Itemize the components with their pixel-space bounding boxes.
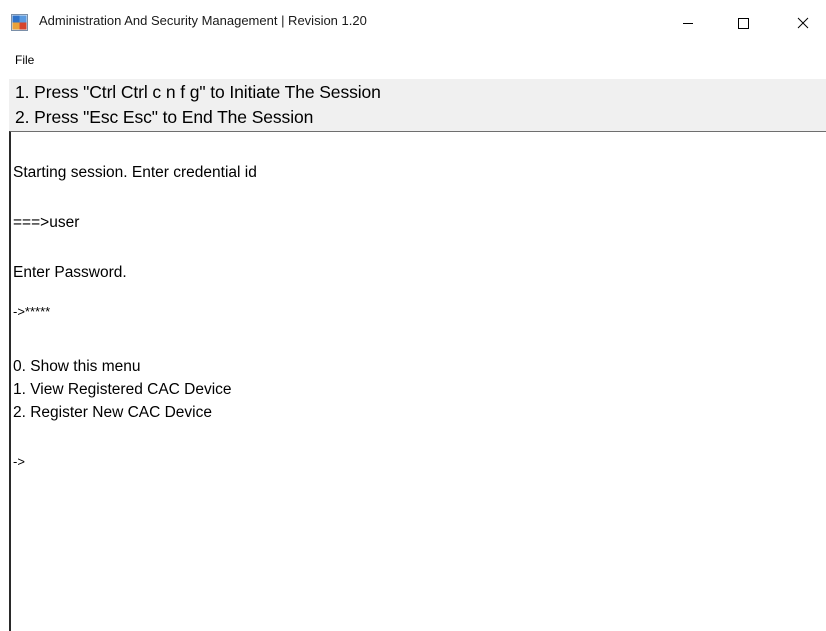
console-line-menu-option-1: 1. View Registered CAC Device [13, 381, 232, 398]
instructions-panel: 1. Press "Ctrl Ctrl c n f g" to Initiate… [9, 79, 826, 131]
console-input-prompt[interactable]: -> [13, 454, 25, 469]
console-line-credential-entry: ===>user [13, 214, 80, 231]
console-line-menu-option-2: 2. Register New CAC Device [13, 404, 212, 421]
close-icon [797, 17, 809, 29]
minimize-button[interactable] [665, 0, 711, 46]
app-window: Administration And Security Management |… [0, 0, 826, 631]
title-bar[interactable]: Administration And Security Management |… [0, 0, 826, 46]
app-window-icon [11, 14, 28, 31]
instruction-initiate: 1. Press "Ctrl Ctrl c n f g" to Initiate… [15, 82, 381, 102]
console-line-menu-option-0: 0. Show this menu [13, 358, 141, 375]
console-line-password-entry: ->***** [13, 304, 51, 319]
instruction-end: 2. Press "Esc Esc" to End The Session [15, 107, 314, 127]
console-output[interactable]: Starting session. Enter credential id ==… [9, 131, 826, 631]
menu-item-file[interactable]: File [9, 51, 40, 69]
close-button[interactable] [780, 0, 826, 46]
console-line-password-prompt: Enter Password. [13, 264, 127, 281]
console-line-session-start: Starting session. Enter credential id [13, 164, 257, 181]
menu-bar: File [0, 46, 826, 76]
minimize-icon [683, 23, 693, 24]
maximize-button[interactable] [720, 0, 766, 46]
window-title: Administration And Security Management |… [39, 13, 367, 28]
maximize-icon [738, 18, 749, 29]
